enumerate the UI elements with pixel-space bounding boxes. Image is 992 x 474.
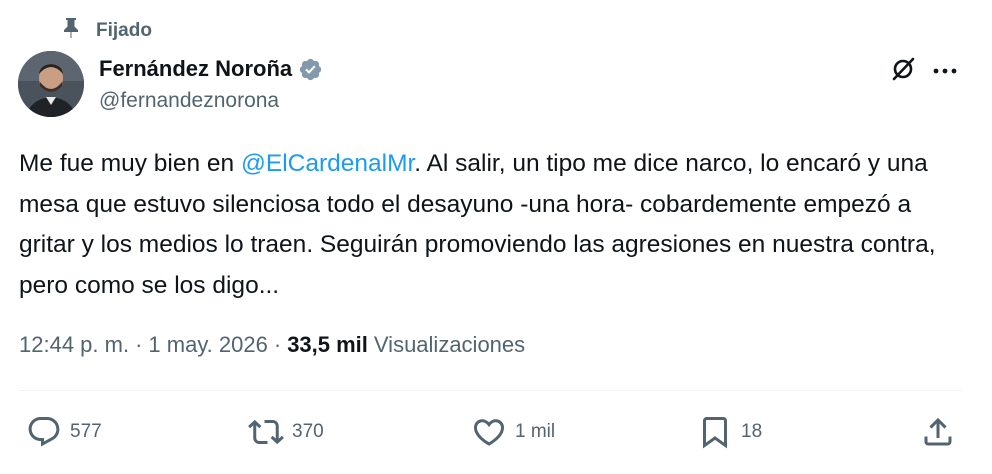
author-info: Fernández Noroña @fernandeznorona <box>99 55 323 113</box>
avatar[interactable] <box>18 51 84 117</box>
tweet-date[interactable]: 1 may. 2026 <box>148 332 267 358</box>
more-options-icon <box>932 62 958 80</box>
repost-icon <box>248 414 284 450</box>
pin-icon <box>62 17 80 45</box>
author-name-row: Fernández Noroña <box>99 55 323 83</box>
meta-separator: · <box>135 332 143 357</box>
reply-icon <box>26 414 62 450</box>
like-icon <box>471 414 507 450</box>
grok-icon <box>889 55 917 88</box>
share-icon <box>920 414 956 450</box>
grok-button[interactable] <box>886 55 920 87</box>
views-label: Visualizaciones <box>373 332 526 357</box>
tweet-text: Me fue muy bien en @ElCardenalMr. Al sal… <box>19 144 959 306</box>
bookmark-count: 18 <box>741 421 763 442</box>
pinned-label: Fijado <box>96 20 152 41</box>
like-button[interactable]: 1 mil <box>471 412 555 452</box>
repost-button[interactable]: 370 <box>248 412 324 452</box>
like-count: 1 mil <box>515 421 556 442</box>
share-button[interactable] <box>920 412 956 452</box>
more-options-button[interactable] <box>928 55 962 87</box>
bookmark-icon <box>697 414 733 450</box>
tweet-text-start: Me fue muy bien en <box>19 150 241 177</box>
views-count: 33,5 mil <box>287 332 368 357</box>
reply-button[interactable]: 577 <box>26 412 102 452</box>
tweet-meta: 12:44 p. m. · 1 may. 2026 · 33,5 mil Vis… <box>19 332 525 358</box>
divider <box>19 390 962 391</box>
bookmark-button[interactable]: 18 <box>697 412 762 452</box>
mention-link[interactable]: @ElCardenalMr <box>241 150 414 177</box>
author-display-name[interactable]: Fernández Noroña <box>99 56 292 82</box>
reply-count: 577 <box>70 421 102 442</box>
verified-badge-icon[interactable] <box>298 57 323 82</box>
author-handle[interactable]: @fernandeznorona <box>99 89 323 113</box>
pinned-indicator: Fijado <box>62 18 152 44</box>
action-bar: 577 370 1 mil 18 <box>0 412 992 452</box>
meta-separator: · <box>273 332 282 357</box>
tweet-time[interactable]: 12:44 p. m. <box>19 332 129 358</box>
repost-count: 370 <box>292 421 324 442</box>
